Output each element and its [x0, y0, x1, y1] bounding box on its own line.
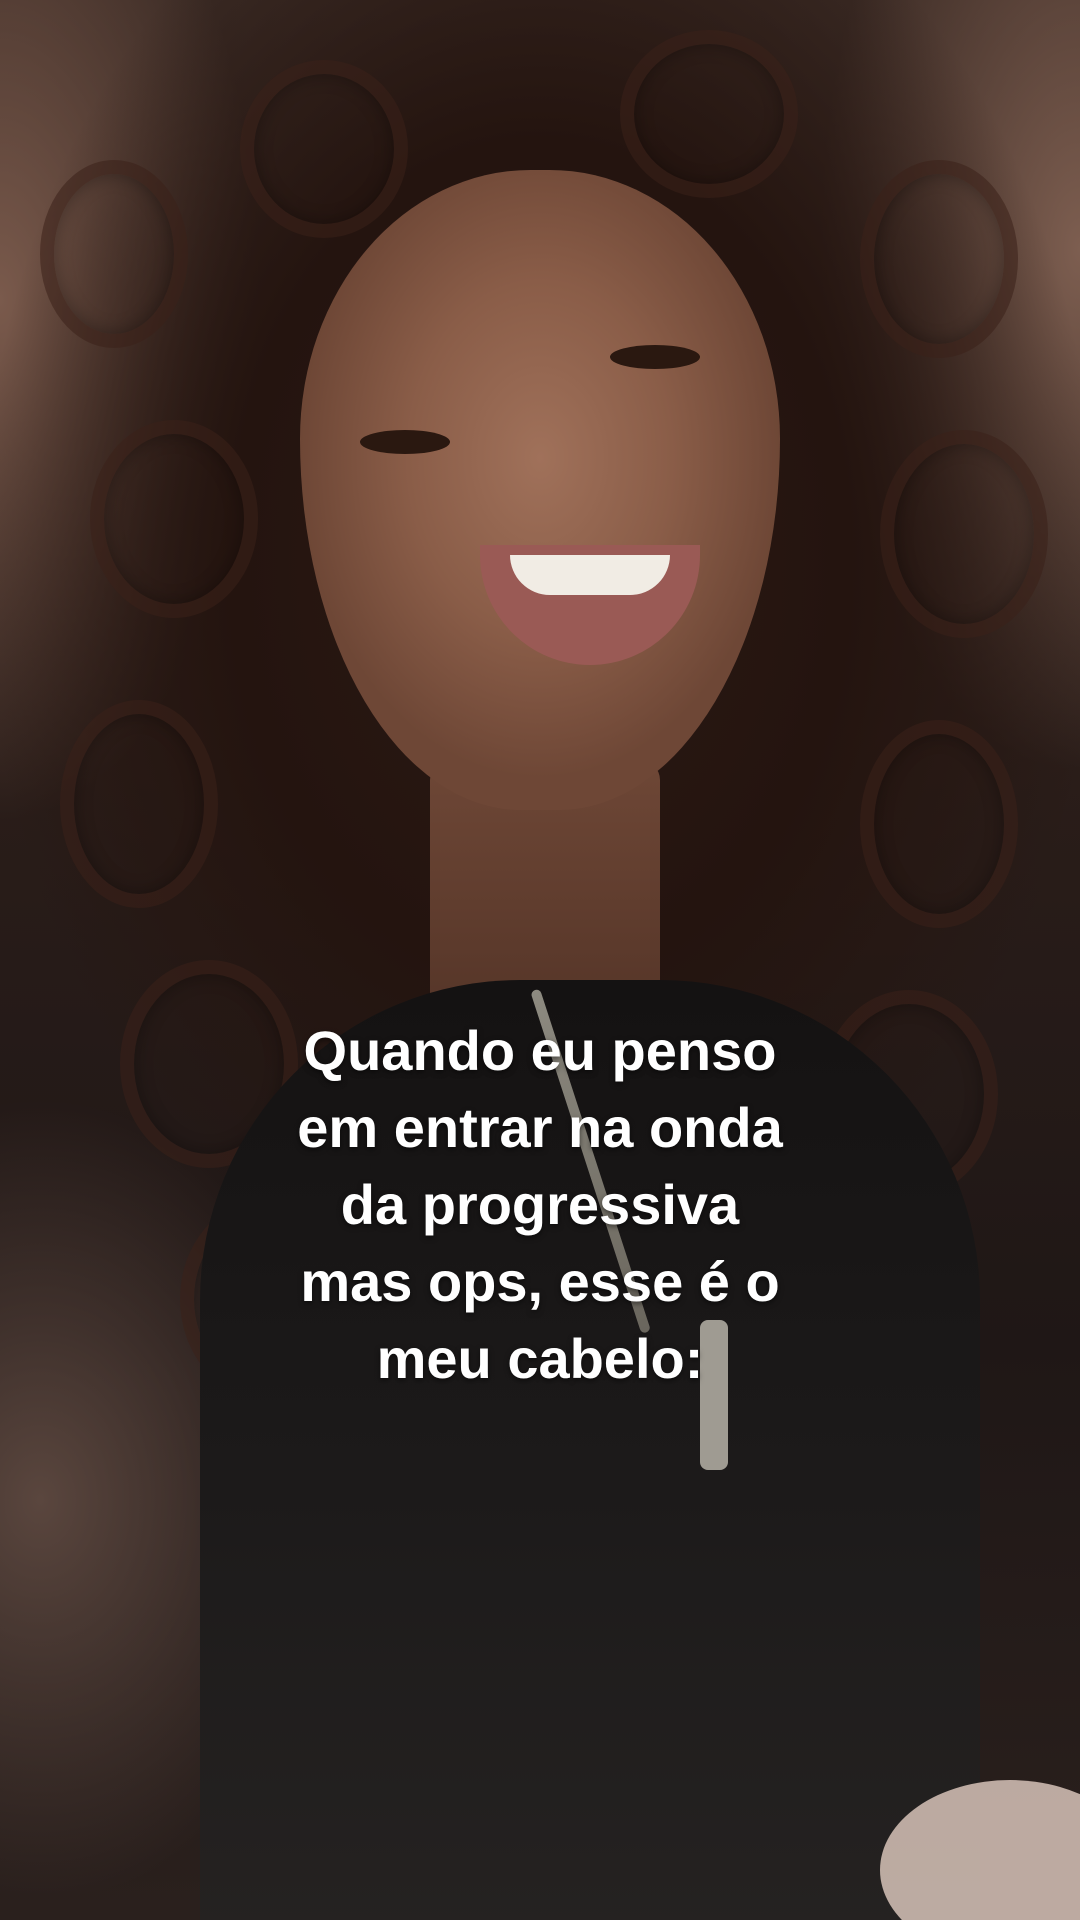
- hair-curl: [860, 720, 1018, 928]
- caption-overlay: Quando eu penso em entrar na onda da pro…: [0, 1012, 1080, 1397]
- hair-curl: [60, 700, 218, 908]
- hair-curl: [860, 160, 1018, 358]
- caption-line: Quando eu penso: [303, 1019, 777, 1082]
- photo-frame: Quando eu penso em entrar na onda da pro…: [0, 0, 1080, 1920]
- caption-line: mas ops, esse é o: [300, 1250, 780, 1313]
- hair-curl: [620, 30, 798, 198]
- teeth: [510, 555, 670, 595]
- hair-curl: [40, 160, 188, 348]
- caption-line: em entrar na onda: [297, 1096, 783, 1159]
- right-eye: [610, 345, 700, 369]
- hair-curl: [90, 420, 258, 618]
- caption-line: meu cabelo:: [376, 1327, 704, 1390]
- hair-curl: [240, 60, 408, 238]
- left-eye: [360, 430, 450, 454]
- hair-curl: [880, 430, 1048, 638]
- caption-line: da progressiva: [340, 1173, 740, 1236]
